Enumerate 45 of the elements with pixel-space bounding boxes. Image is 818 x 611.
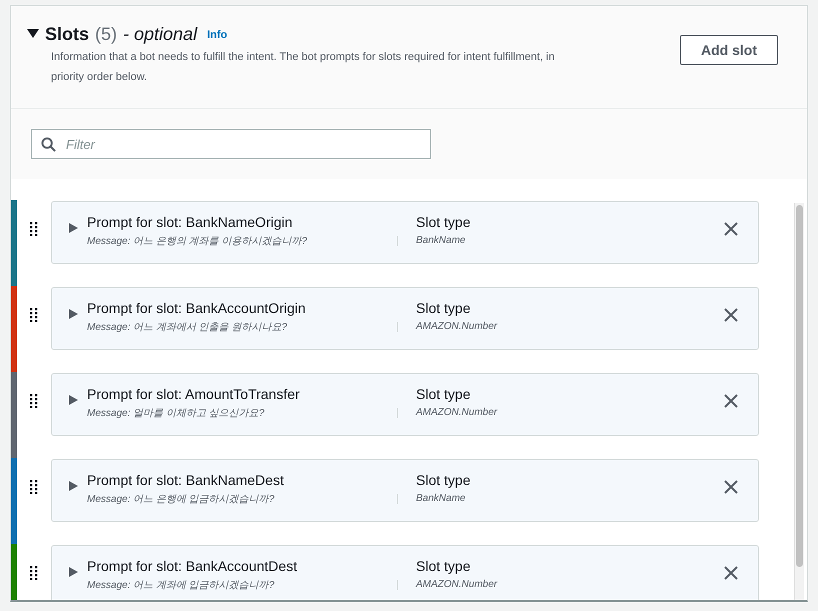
slot-prompt-title: Prompt for slot: BankAccountOrigin: [87, 300, 307, 316]
drag-handle-icon[interactable]: [30, 480, 38, 494]
slot-type-value: AMAZON.Number: [416, 407, 498, 418]
caret-right-icon[interactable]: [68, 309, 78, 319]
drag-handle-icon[interactable]: [30, 566, 38, 580]
close-icon[interactable]: [724, 222, 738, 236]
slot-type-value: AMAZON.Number: [416, 579, 498, 590]
slot-type-value: AMAZON.Number: [416, 321, 498, 332]
slot-type-value: BankName: [416, 493, 466, 504]
slot-type-value: BankName: [416, 235, 466, 246]
slot-message: Message: 어느 은행의 계좌를 이용하시겠습니까?: [87, 235, 308, 248]
slot-message: Message: 어느 계좌에 입금하시겠습니까?: [87, 579, 276, 592]
slot-prompt-title: Prompt for slot: BankNameDest: [87, 472, 285, 488]
slot-message: Message: 어느 은행에 입금하시겠습니까?: [87, 493, 276, 506]
slot-type-label: Slot type: [416, 472, 472, 488]
slot-type-label: Slot type: [416, 300, 472, 316]
close-icon[interactable]: [724, 394, 738, 408]
slot-count: (5): [95, 24, 118, 45]
caret-right-icon[interactable]: [68, 395, 78, 405]
slot-message: Message: 어느 계좌에서 인출을 원하시나요?: [87, 321, 288, 334]
close-icon[interactable]: [724, 480, 738, 494]
filter-field[interactable]: Filter: [31, 129, 431, 159]
drag-handle-icon[interactable]: [30, 222, 38, 236]
search-icon: [41, 137, 56, 152]
slot-prompt-title: Prompt for slot: BankAccountDest: [87, 558, 298, 574]
slot-prompt-title: Prompt for slot: BankNameOrigin: [87, 214, 294, 230]
caret-right-icon[interactable]: [68, 567, 78, 577]
scrollbar[interactable]: [794, 203, 804, 600]
close-icon[interactable]: [724, 308, 738, 322]
slot-prompt-title: Prompt for slot: AmountToTransfer: [87, 386, 301, 402]
caret-right-icon[interactable]: [68, 481, 78, 491]
caret-down-icon[interactable]: [27, 26, 39, 38]
close-icon[interactable]: [724, 566, 738, 580]
drag-handle-icon[interactable]: [30, 308, 38, 322]
slot-message: Message: 얼마를 이체하고 싶으신가요?: [87, 407, 266, 420]
optional-label: - optional: [123, 24, 198, 45]
section-description: Information that a bot needs to fulfill the intent. The bot prompts for slots required for intent fulfillment, in priority order below.: [51, 50, 556, 85]
slot-type-label: Slot type: [416, 558, 472, 574]
caret-right-icon[interactable]: [68, 223, 78, 233]
slot-type-label: Slot type: [416, 214, 472, 230]
info-link[interactable]: Info: [207, 28, 228, 40]
section-title: Slots: [45, 24, 90, 45]
drag-handle-icon[interactable]: [30, 394, 38, 408]
add-slot-button[interactable]: Add slot: [680, 35, 778, 65]
slot-type-label: Slot type: [416, 386, 472, 402]
